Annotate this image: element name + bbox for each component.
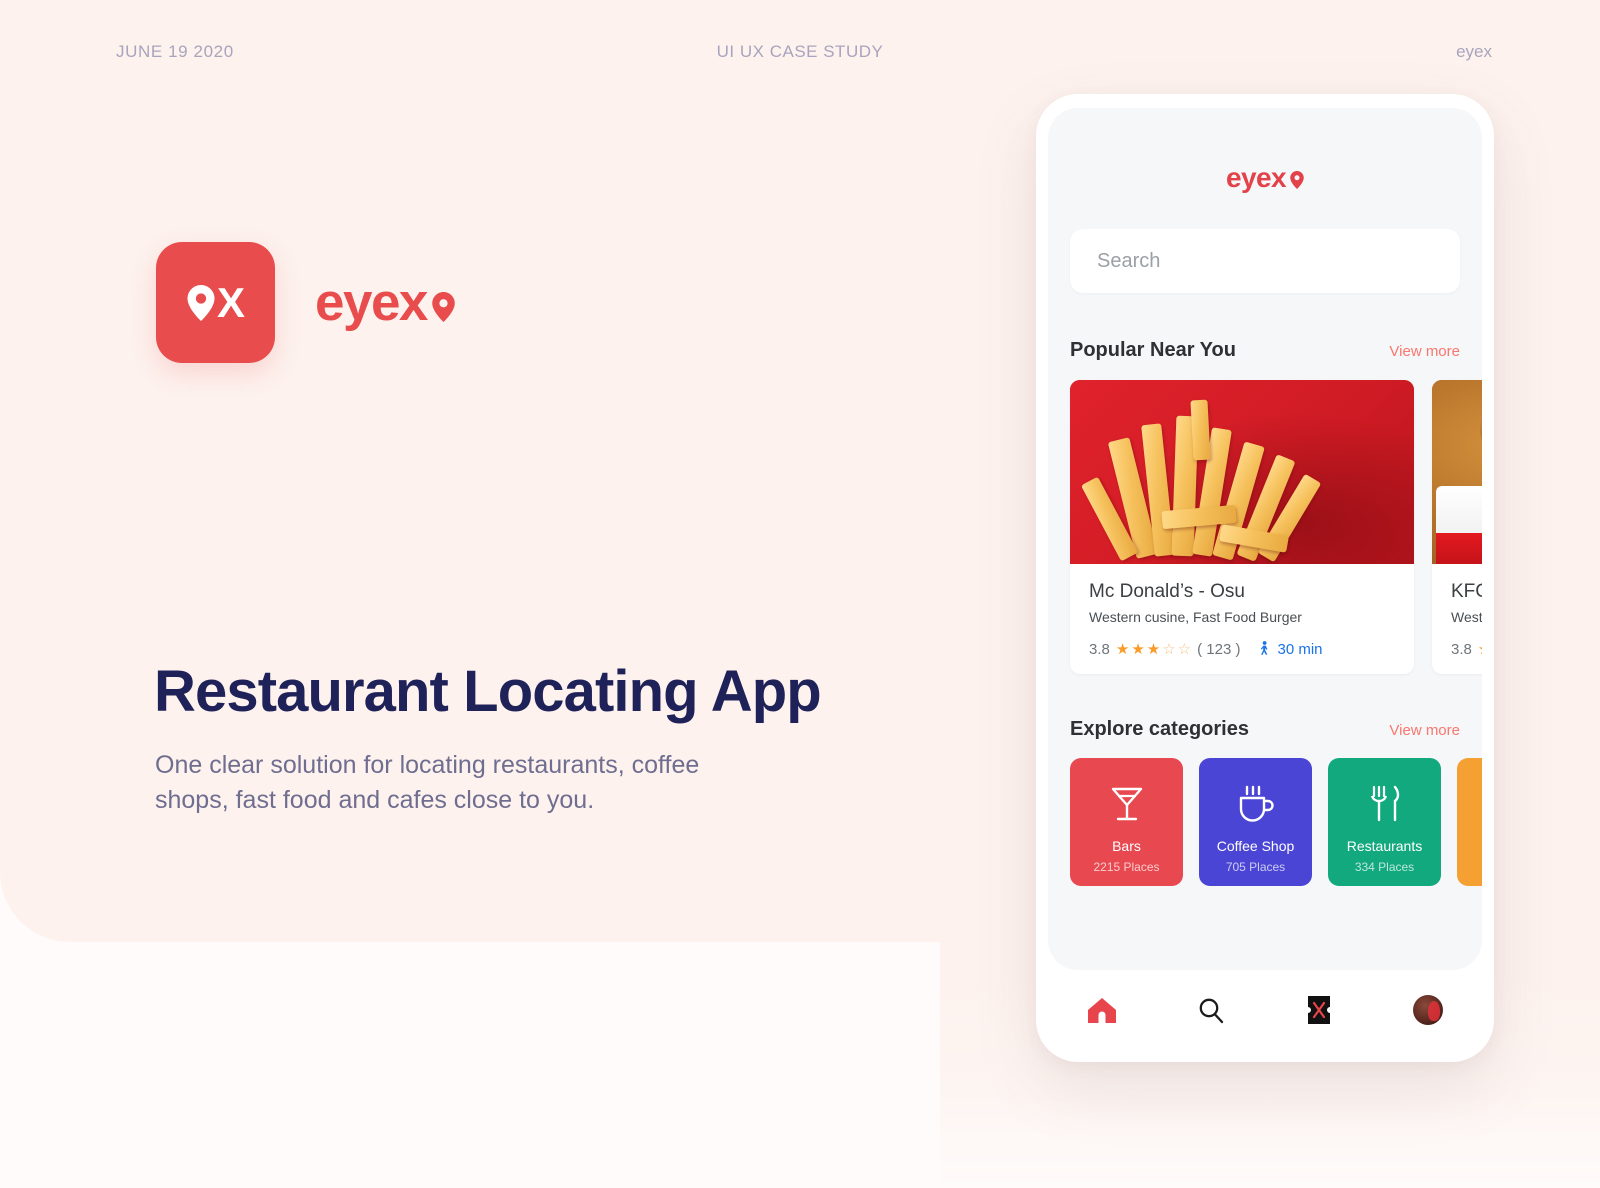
- location-pin-icon: [432, 291, 455, 322]
- star-icon: ★: [1131, 641, 1145, 658]
- place-photo-fries: [1070, 380, 1414, 564]
- nav-item-bookmarks[interactable]: [1289, 987, 1349, 1033]
- cocktail-icon: [1110, 784, 1144, 824]
- location-pin-icon: [187, 284, 215, 321]
- category-label: Restaurants: [1346, 838, 1423, 854]
- walk-time-group: 30 min: [1258, 641, 1323, 658]
- categories-carousel[interactable]: Bars 2215 Places Coffee Shop 705 Places: [1048, 758, 1482, 886]
- category-tile-restaurants[interactable]: Restaurants 334 Places: [1328, 758, 1441, 886]
- phone-screen: eyex Popular Near You View more: [1048, 108, 1482, 970]
- rating-stars: ★ ★ ★ ☆ ☆: [1478, 642, 1482, 657]
- place-review-count: ( 123 ): [1197, 641, 1241, 658]
- section-header-popular: Popular Near You View more: [1070, 339, 1460, 362]
- section-header-categories: Explore categories View more: [1070, 718, 1460, 741]
- meta-case-study-label: UI UX CASE STUDY: [716, 42, 884, 61]
- view-more-popular-link[interactable]: View more: [1389, 343, 1460, 360]
- app-icon-letter: X: [216, 278, 245, 326]
- avatar: [1412, 995, 1443, 1025]
- star-icon: ★: [1115, 641, 1130, 658]
- bottom-navigation-bar[interactable]: [1048, 972, 1482, 1048]
- walking-person-icon: [1261, 641, 1268, 656]
- page-title: Restaurant Locating App: [154, 659, 822, 724]
- brand-logo: X eyex: [156, 242, 455, 363]
- category-label: Coffee Shop: [1216, 838, 1295, 854]
- location-pin-icon: [1290, 170, 1304, 189]
- fork-knife-icon: [1368, 784, 1402, 824]
- nav-item-home[interactable]: [1072, 987, 1132, 1033]
- coffee-cup-icon: [1238, 784, 1274, 824]
- place-walk-time: 30 min: [1277, 641, 1323, 658]
- category-tile-coffee-shop[interactable]: Coffee Shop 705 Places: [1199, 758, 1312, 886]
- place-cuisine: Western cusine, Fast Food Chicken: [1451, 609, 1482, 625]
- app-header-logo: eyex: [1048, 164, 1482, 192]
- nav-item-profile[interactable]: [1398, 987, 1458, 1033]
- star-icon: ★: [1478, 642, 1482, 657]
- place-rating: 3.8: [1089, 641, 1110, 658]
- nav-item-search[interactable]: [1181, 987, 1241, 1033]
- section-title: Explore categories: [1070, 718, 1249, 740]
- search-input[interactable]: [1095, 248, 1435, 274]
- category-count: 334 Places: [1354, 860, 1415, 874]
- place-rating: 3.8: [1451, 641, 1472, 658]
- ticket-icon: [1308, 996, 1331, 1024]
- place-card[interactable]: Mc Donald’s - Osu Western cusine, Fast F…: [1070, 380, 1414, 674]
- place-photo-chicken: [1432, 380, 1482, 564]
- category-count: 2215 Places: [1093, 860, 1160, 874]
- star-icon: ★: [1146, 641, 1161, 658]
- app-logo-text: eyex: [1226, 162, 1286, 193]
- page-meta-bar: JUNE 19 2020 UI UX CASE STUDY eyex: [0, 42, 1600, 72]
- star-icon: ☆: [1177, 641, 1192, 658]
- home-icon: [1088, 998, 1117, 1023]
- app-icon-tile: X: [156, 242, 275, 363]
- place-cuisine: Western cusine, Fast Food Burger: [1089, 609, 1302, 625]
- place-name: Mc Donald’s - Osu: [1089, 581, 1245, 602]
- category-label: Bars: [1112, 838, 1141, 854]
- view-more-categories-link[interactable]: View more: [1389, 722, 1460, 739]
- search-bar[interactable]: [1070, 229, 1460, 293]
- search-icon: [1199, 998, 1223, 1024]
- page-subtitle: One clear solution for locating restaura…: [155, 751, 700, 814]
- brand-wordmark-text: eyex: [315, 273, 428, 332]
- category-tile-bars[interactable]: Bars 2215 Places: [1070, 758, 1183, 886]
- place-name: KFC: [1451, 581, 1482, 602]
- brand-wordmark: eyex: [315, 276, 455, 329]
- star-icon: ☆: [1162, 641, 1176, 658]
- category-tile-desserts[interactable]: Desserts 765 Places: [1457, 758, 1482, 886]
- section-title: Popular Near You: [1070, 339, 1236, 361]
- place-card[interactable]: KFC Western cusine, Fast Food Chicken 3.…: [1432, 380, 1482, 674]
- popular-places-carousel[interactable]: Mc Donald’s - Osu Western cusine, Fast F…: [1048, 380, 1482, 674]
- category-count: 705 Places: [1225, 860, 1286, 874]
- kfc-logo-badge: [1436, 486, 1482, 564]
- place-meta: 3.8 ★ ★ ★ ☆ ☆ ( 123 ) 30 min: [1089, 641, 1395, 658]
- place-meta: 3.8 ★ ★ ★ ☆ ☆ ( 98 ): [1451, 641, 1482, 658]
- phone-mockup: eyex Popular Near You View more: [1036, 94, 1494, 1062]
- rating-stars: ★ ★ ★ ☆ ☆: [1116, 642, 1191, 657]
- meta-brand-label: eyex: [1456, 42, 1492, 61]
